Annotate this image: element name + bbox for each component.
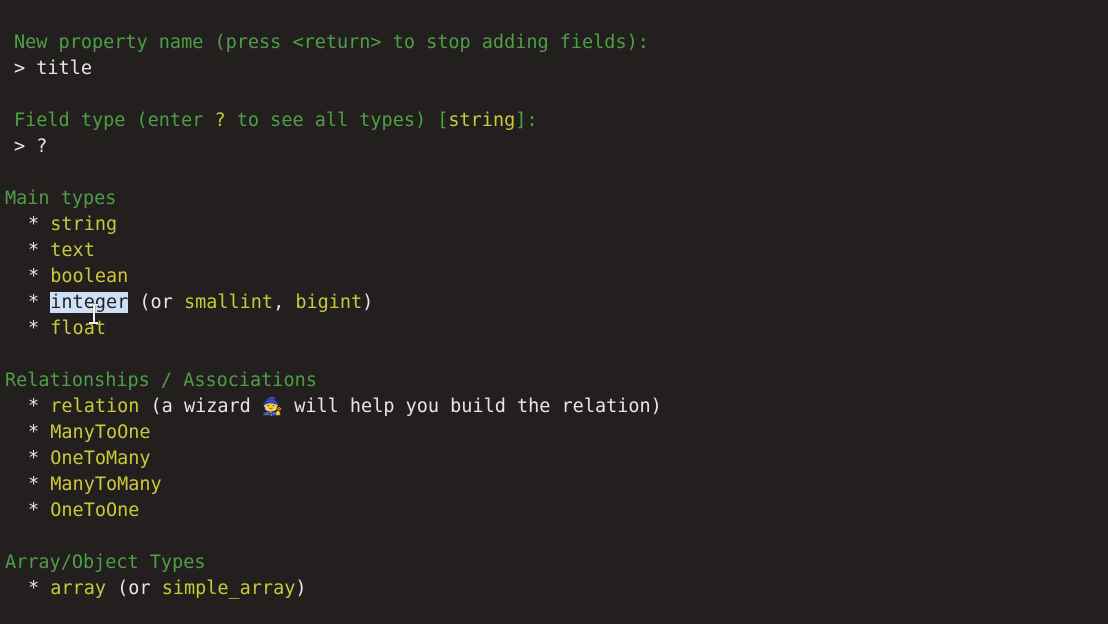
prompt-marker: > — [14, 136, 37, 157]
property-name-value: title — [36, 58, 92, 79]
selected-text-integer[interactable]: integer — [50, 292, 129, 313]
bullet-icon: * — [28, 396, 40, 417]
field-type-default-value: string — [448, 110, 516, 131]
list-item-array[interactable]: * array (or simple_array) — [28, 576, 306, 602]
list-item-relation[interactable]: * relation (a wizard 🧙 will help you bui… — [28, 394, 662, 420]
field-type-question-mid: to see all types) [ — [225, 110, 449, 131]
relation-note-before: (a wizard — [139, 396, 262, 417]
bullet-icon: * — [28, 266, 40, 287]
relation-note-after: will help you build the relation) — [283, 396, 662, 417]
type-name-relation: relation — [50, 396, 140, 417]
list-item[interactable]: * boolean — [28, 264, 128, 290]
type-name-string: string — [50, 214, 118, 235]
bullet-icon: * — [28, 240, 40, 261]
bullet-icon: * — [28, 318, 40, 339]
type-name-text: text — [50, 240, 95, 261]
bullet-icon: * — [28, 214, 40, 235]
field-type-question-suffix: ]: — [515, 110, 538, 131]
type-name-onetoone: OneToOne — [50, 500, 140, 521]
array-note-open: (or — [105, 578, 162, 599]
type-name-array: array — [50, 578, 106, 599]
list-item[interactable]: * ManyToOne — [28, 420, 151, 446]
list-item-integer-selected[interactable]: * integer (or smallint, bigint) — [28, 290, 373, 316]
integer-note-close: ) — [362, 292, 374, 313]
property-name-question: New property name (press <return> to sto… — [14, 32, 649, 53]
type-name-manytoone: ManyToOne — [50, 422, 151, 443]
type-name-smallint: smallint — [183, 292, 274, 313]
type-name-manytomany: ManyToMany — [50, 474, 162, 495]
field-type-value: ? — [36, 136, 48, 157]
bullet-icon: * — [28, 500, 40, 521]
wizard-emoji-icon: 🧙 — [261, 397, 284, 417]
type-name-simple-array: simple_array — [161, 578, 296, 599]
type-name-bigint: bigint — [295, 292, 363, 313]
field-type-question: Field type (enter ? to see all types) [s… — [14, 108, 538, 134]
list-item[interactable]: * string — [28, 212, 117, 238]
list-item[interactable]: * ManyToMany — [28, 472, 162, 498]
bullet-icon: * — [28, 292, 40, 313]
type-name-float: float — [50, 318, 106, 339]
property-name-input-line[interactable]: > title — [14, 56, 92, 82]
field-type-question-hint: ? — [214, 110, 226, 131]
integer-note-comma: , — [273, 292, 296, 313]
prompt-marker: > — [14, 58, 37, 79]
field-type-question-prefix: Field type (enter — [14, 110, 215, 131]
section-heading-array-object-types: Array/Object Types — [5, 552, 206, 573]
section-heading-relationships: Relationships / Associations — [5, 370, 317, 391]
list-item[interactable]: * OneToMany — [28, 446, 151, 472]
terminal-window[interactable]: New property name (press <return> to sto… — [0, 0, 1108, 624]
field-type-input-line[interactable]: > ? — [14, 134, 47, 160]
list-item[interactable]: * float — [28, 316, 106, 342]
type-name-boolean: boolean — [50, 266, 129, 287]
list-item[interactable]: * OneToOne — [28, 498, 139, 524]
list-item[interactable]: * text — [28, 238, 95, 264]
array-note-close: ) — [295, 578, 307, 599]
bullet-icon: * — [28, 578, 40, 599]
section-heading-main-types: Main types — [5, 188, 117, 209]
bullet-icon: * — [28, 448, 40, 469]
bullet-icon: * — [28, 422, 40, 443]
type-name-onetomany: OneToMany — [50, 448, 151, 469]
bullet-icon: * — [28, 474, 40, 495]
integer-note-open: (or — [128, 292, 184, 313]
